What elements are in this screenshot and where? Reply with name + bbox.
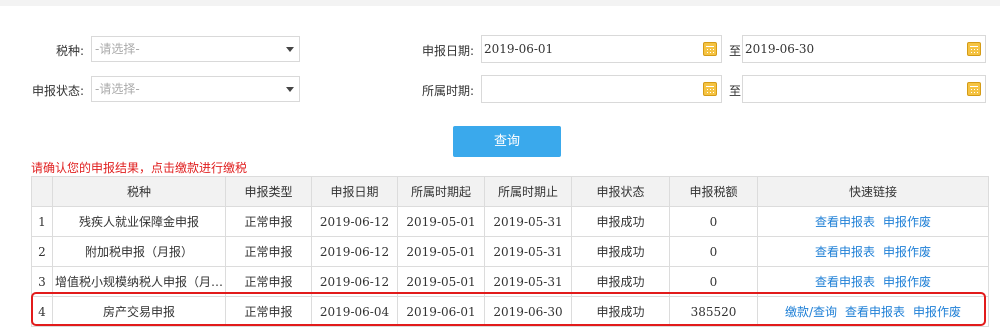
col-header-tax: 税种: [52, 176, 226, 207]
calendar-icon[interactable]: [967, 42, 981, 56]
to-label-2: 至: [729, 84, 742, 98]
row-index: 1: [31, 206, 53, 237]
status-select[interactable]: -请选择-: [91, 76, 300, 102]
row-amount: 0: [669, 206, 758, 237]
period-from-input[interactable]: [481, 75, 722, 103]
row-status: 申报成功: [571, 266, 670, 297]
period-to-input[interactable]: [742, 75, 986, 103]
row-amount: 0: [669, 236, 758, 267]
void-declaration-link[interactable]: 申报作废: [883, 245, 931, 259]
row-index: 3: [31, 266, 53, 297]
col-header-period-end: 所属时期止: [484, 176, 572, 207]
tax-type-select[interactable]: -请选择-: [91, 36, 300, 62]
row-period-end: 2019-05-31: [484, 266, 572, 297]
table-header-row: 税种 申报类型 申报日期 所属时期起 所属时期止 申报状态 申报税额 快速链接: [31, 176, 989, 207]
chevron-down-icon: [286, 47, 294, 52]
tax-type-label: 税种:: [55, 44, 84, 58]
row-period-start: 2019-05-01: [397, 206, 485, 237]
row-links: 缴款/查询 查看申报表 申报作废: [757, 296, 989, 327]
col-header-period-start: 所属时期起: [397, 176, 485, 207]
void-declaration-link[interactable]: 申报作废: [883, 215, 931, 229]
status-placeholder: -请选择-: [95, 82, 140, 96]
row-period-start: 2019-06-01: [397, 296, 485, 327]
calendar-icon[interactable]: [703, 82, 717, 96]
period-label: 所属时期:: [421, 84, 474, 98]
query-button[interactable]: 查询: [453, 126, 561, 157]
pay-query-link[interactable]: 缴款/查询: [785, 305, 837, 319]
row-tax: 附加税申报（月报）: [52, 236, 226, 267]
row-type: 正常申报: [225, 206, 312, 237]
table-row: 3 增值税小规模纳税人申报（月… 正常申报 2019-06-12 2019-05…: [31, 266, 989, 297]
row-date: 2019-06-12: [311, 206, 398, 237]
row-tax: 残疾人就业保障金申报: [52, 206, 226, 237]
view-declaration-link[interactable]: 查看申报表: [815, 245, 875, 259]
row-status: 申报成功: [571, 236, 670, 267]
row-type: 正常申报: [225, 296, 312, 327]
row-period-start: 2019-05-01: [397, 236, 485, 267]
col-header-index: [31, 176, 53, 207]
col-header-status: 申报状态: [571, 176, 670, 207]
declare-date-to-value: 2019-06-30: [745, 42, 815, 56]
tax-type-placeholder: -请选择-: [95, 42, 140, 56]
table-row: 4 房产交易申报 正常申报 2019-06-04 2019-06-01 2019…: [31, 296, 989, 327]
view-declaration-link[interactable]: 查看申报表: [845, 305, 905, 319]
row-tax: 增值税小规模纳税人申报（月…: [52, 266, 226, 297]
row-period-end: 2019-05-31: [484, 206, 572, 237]
declare-date-to-input[interactable]: 2019-06-30: [742, 35, 986, 63]
row-date: 2019-06-12: [311, 236, 398, 267]
void-declaration-link[interactable]: 申报作废: [883, 275, 931, 289]
row-index: 2: [31, 236, 53, 267]
row-links: 查看申报表 申报作废: [757, 236, 989, 267]
row-tax: 房产交易申报: [52, 296, 226, 327]
row-type: 正常申报: [225, 266, 312, 297]
col-header-date: 申报日期: [311, 176, 398, 207]
payment-notice: 请确认您的申报结果，点击缴款进行缴税: [31, 161, 248, 175]
row-type: 正常申报: [225, 236, 312, 267]
row-status: 申报成功: [571, 206, 670, 237]
void-declaration-link[interactable]: 申报作废: [913, 305, 961, 319]
col-header-links: 快速链接: [757, 176, 989, 207]
to-label-1: 至: [729, 44, 742, 58]
row-period-start: 2019-05-01: [397, 266, 485, 297]
row-status: 申报成功: [571, 296, 670, 327]
declare-date-label: 申报日期:: [421, 44, 474, 58]
declaration-table: 税种 申报类型 申报日期 所属时期起 所属时期止 申报状态 申报税额 快速链接 …: [31, 176, 989, 327]
row-amount: 0: [669, 266, 758, 297]
row-period-end: 2019-06-30: [484, 296, 572, 327]
calendar-icon[interactable]: [703, 42, 717, 56]
declare-date-from-input[interactable]: 2019-06-01: [481, 35, 722, 63]
view-declaration-link[interactable]: 查看申报表: [815, 275, 875, 289]
calendar-icon[interactable]: [967, 82, 981, 96]
status-label: 申报状态:: [31, 84, 84, 98]
row-links: 查看申报表 申报作废: [757, 206, 989, 237]
row-index: 4: [31, 296, 53, 327]
row-links: 查看申报表 申报作废: [757, 266, 989, 297]
row-period-end: 2019-05-31: [484, 236, 572, 267]
col-header-amount: 申报税额: [669, 176, 758, 207]
col-header-type: 申报类型: [225, 176, 312, 207]
table-row: 1 残疾人就业保障金申报 正常申报 2019-06-12 2019-05-01 …: [31, 206, 989, 237]
row-amount: 385520: [669, 296, 758, 327]
view-declaration-link[interactable]: 查看申报表: [815, 215, 875, 229]
table-row: 2 附加税申报（月报） 正常申报 2019-06-12 2019-05-01 2…: [31, 236, 989, 267]
row-date: 2019-06-04: [311, 296, 398, 327]
row-date: 2019-06-12: [311, 266, 398, 297]
declare-date-from-value: 2019-06-01: [484, 42, 554, 56]
chevron-down-icon: [286, 87, 294, 92]
top-band: [0, 0, 1000, 6]
